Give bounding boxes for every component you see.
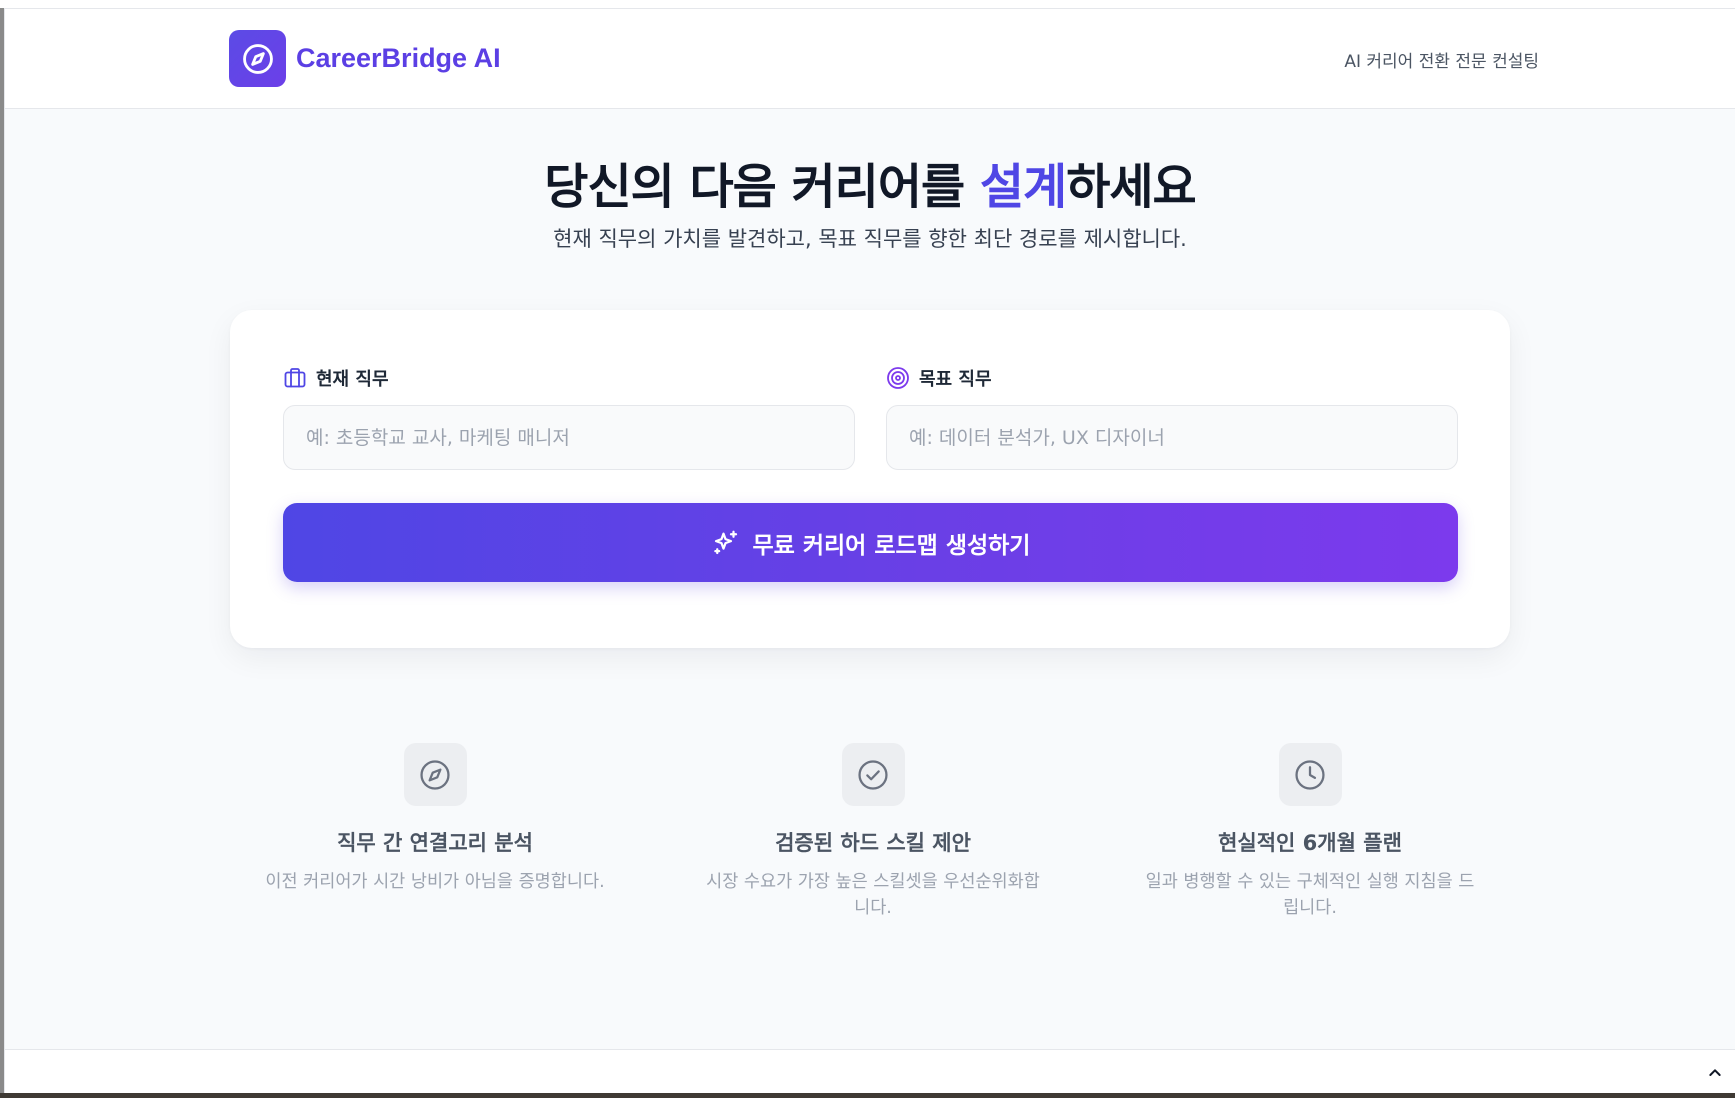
feature-description: 이전 커리어가 시간 낭비가 아님을 증명합니다.: [265, 872, 605, 892]
hero-subtitle: 현재 직무의 가치를 발견하고, 목표 직무를 향한 최단 경로를 제시합니다.: [553, 227, 1187, 251]
target-job-input[interactable]: [886, 405, 1458, 470]
current-job-input[interactable]: [283, 405, 855, 470]
page: CareerBridge AI AI 커리어 전환 전문 컨설팅 당신의 다음 …: [4, 8, 1735, 1094]
top-navigation-bar: CareerBridge AI AI 커리어 전환 전문 컨설팅: [5, 9, 1735, 109]
feature-title: 검증된 하드 스킬 제안: [775, 831, 971, 855]
feature-item: 검증된 하드 스킬 제안 시장 수요가 가장 높은 스킬셋을 우선순위화합니다.: [693, 743, 1053, 921]
compass-icon: [403, 743, 467, 806]
target-job-label-text: 목표 직무: [919, 369, 992, 390]
career-form-card: 현재 직무 목표 직무: [230, 310, 1510, 648]
current-job-label: 현재 직무: [283, 365, 855, 391]
hero-title-end: 하세요: [1066, 159, 1196, 215]
generate-roadmap-button[interactable]: 무료 커리어 로드맵 생성하기: [283, 503, 1458, 582]
chevron-up-icon[interactable]: [1705, 1063, 1725, 1083]
briefcase-icon: [283, 366, 307, 390]
clock-icon: [1278, 743, 1342, 806]
feature-title: 현실적인 6개월 플랜: [1218, 831, 1402, 855]
check-circle-icon: [841, 743, 905, 806]
target-icon: [886, 366, 910, 390]
browser-top-edge: [0, 0, 1735, 8]
feature-description: 일과 병행할 수 있는 구체적인 실행 지침을 드립니다.: [1145, 872, 1475, 918]
bottom-bar: [5, 1049, 1735, 1094]
hero-title-accent: 설계: [979, 159, 1067, 215]
current-job-label-text: 현재 직무: [316, 369, 389, 390]
hero-title: 당신의 다음 커리어를 설계하세요: [5, 147, 1735, 217]
hero-title-start: 당신의 다음 커리어를: [544, 159, 980, 215]
feature-title: 직무 간 연결고리 분석: [337, 831, 533, 855]
feature-item: 직무 간 연결고리 분석 이전 커리어가 시간 낭비가 아님을 증명합니다.: [255, 743, 615, 895]
brand-name: CareerBridge AI: [296, 43, 501, 73]
sparkles-icon: [711, 528, 741, 558]
brand[interactable]: CareerBridge AI: [229, 30, 501, 87]
taskbar-edge: [0, 1093, 1735, 1098]
header-tagline: AI 커리어 전환 전문 컨설팅: [1344, 52, 1539, 72]
feature-item: 현실적인 6개월 플랜 일과 병행할 수 있는 구체적인 실행 지침을 드립니다…: [1130, 743, 1490, 921]
compass-icon: [229, 30, 286, 87]
target-job-label: 목표 직무: [886, 365, 1458, 391]
generate-roadmap-label: 무료 커리어 로드맵 생성하기: [752, 532, 1031, 559]
current-job-field: 현재 직무: [283, 365, 855, 470]
feature-description: 시장 수요가 가장 높은 스킬셋을 우선순위화합니다.: [706, 872, 1040, 918]
target-job-field: 목표 직무: [886, 365, 1458, 470]
